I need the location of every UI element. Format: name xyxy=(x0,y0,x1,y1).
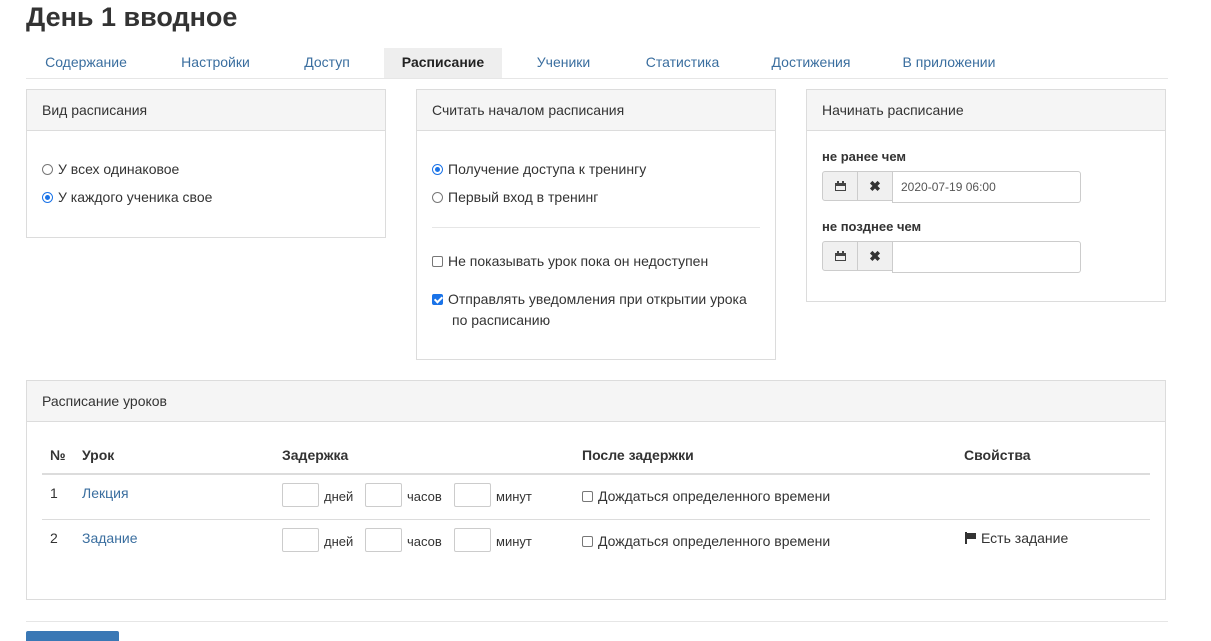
radio-label: У всех одинаковое xyxy=(58,161,180,177)
checkbox-icon[interactable] xyxy=(432,294,443,305)
delay-days-input[interactable] xyxy=(282,528,319,552)
not-later-field[interactable] xyxy=(892,241,1081,273)
page-title: День 1 вводное xyxy=(26,2,238,32)
minutes-unit-label: минут xyxy=(496,534,532,549)
schedule-start-panel: Считать началом расписания Получение дос… xyxy=(416,89,776,360)
lessons-title: Расписание уроков xyxy=(27,381,1165,422)
save-button[interactable] xyxy=(26,631,119,641)
tab-access[interactable]: Доступ xyxy=(288,48,366,78)
row-number: 1 xyxy=(50,485,58,501)
schedule-type-title: Вид расписания xyxy=(27,90,385,131)
days-unit-label: дней xyxy=(324,534,354,549)
col-header-properties: Свойства xyxy=(964,447,1031,463)
radio-icon[interactable] xyxy=(42,164,53,175)
calendar-icon xyxy=(834,181,846,191)
tab-achievements[interactable]: Достижения xyxy=(756,48,866,78)
clear-button[interactable]: ✖ xyxy=(857,171,893,201)
lesson-link[interactable]: Лекция xyxy=(82,485,129,501)
row-number: 2 xyxy=(50,530,58,546)
table-header-line xyxy=(42,473,1150,475)
delay-hours-input[interactable] xyxy=(365,528,402,552)
has-task-property: Есть задание xyxy=(964,530,1068,546)
not-later-input-group: ✖ xyxy=(822,241,1081,273)
days-unit-label: дней xyxy=(324,489,354,504)
minutes-unit-label: минут xyxy=(496,489,532,504)
tab-schedule[interactable]: Расписание xyxy=(384,48,502,78)
begin-schedule-panel: Начинать расписание не ранее чем ✖ не по… xyxy=(806,89,1166,302)
times-icon: ✖ xyxy=(869,247,881,264)
col-header-delay: Задержка xyxy=(282,447,349,463)
begin-schedule-title: Начинать расписание xyxy=(807,90,1165,131)
checkbox-label: Отправлять уведомления при открытии урок… xyxy=(448,291,747,307)
property-label: Есть задание xyxy=(981,530,1069,546)
first-login-radio[interactable]: Первый вход в тренинг xyxy=(432,189,598,205)
checkbox-icon[interactable] xyxy=(582,536,593,547)
same-for-all-radio[interactable]: У всех одинаковое xyxy=(42,161,179,177)
radio-icon[interactable] xyxy=(432,164,443,175)
hours-unit-label: часов xyxy=(407,489,442,504)
not-earlier-label: не ранее чем xyxy=(822,149,907,164)
flag-icon xyxy=(964,532,976,544)
schedule-start-title: Считать началом расписания xyxy=(417,90,775,131)
tab-content[interactable]: Содержание xyxy=(26,48,146,78)
checkbox-label: Не показывать урок пока он недоступен xyxy=(448,253,709,269)
wait-time-checkbox[interactable]: Дождаться определенного времени xyxy=(582,488,830,504)
calendar-button[interactable] xyxy=(822,171,858,201)
checkbox-label: Дождаться определенного времени xyxy=(598,488,831,504)
checkbox-icon[interactable] xyxy=(432,256,443,267)
wait-time-checkbox[interactable]: Дождаться определенного времени xyxy=(582,533,830,549)
tab-bar: Содержание Настройки Доступ Расписание У… xyxy=(26,48,1168,79)
lesson-link[interactable]: Задание xyxy=(82,530,138,546)
hide-unavailable-checkbox[interactable]: Не показывать урок пока он недоступен xyxy=(432,253,708,269)
tab-in-app[interactable]: В приложении xyxy=(888,48,1010,78)
col-header-after-delay: После задержки xyxy=(582,447,694,463)
col-header-num: № xyxy=(50,447,66,463)
tab-statistics[interactable]: Статистика xyxy=(630,48,735,78)
not-earlier-input-group: ✖ xyxy=(822,171,1081,203)
calendar-button[interactable] xyxy=(822,241,858,271)
delay-hours-input[interactable] xyxy=(365,483,402,507)
clear-button[interactable]: ✖ xyxy=(857,241,893,271)
tab-students[interactable]: Ученики xyxy=(521,48,606,78)
radio-icon[interactable] xyxy=(42,192,53,203)
schedule-type-panel: Вид расписания У всех одинаковое У каждо… xyxy=(26,89,386,238)
hours-unit-label: часов xyxy=(407,534,442,549)
radio-label: Получение доступа к тренингу xyxy=(448,161,647,177)
row-divider xyxy=(42,519,1150,520)
delay-days-input[interactable] xyxy=(282,483,319,507)
radio-icon[interactable] xyxy=(432,192,443,203)
individual-radio[interactable]: У каждого ученика свое xyxy=(42,189,212,205)
not-earlier-field[interactable] xyxy=(892,171,1081,203)
not-later-label: не позднее чем xyxy=(822,219,922,234)
radio-label: У каждого ученика свое xyxy=(58,189,213,205)
col-header-lesson: Урок xyxy=(82,447,115,463)
calendar-icon xyxy=(834,251,846,261)
notify-checkbox[interactable]: Отправлять уведомления при открытии урок… xyxy=(432,291,747,307)
delay-minutes-input[interactable] xyxy=(454,483,491,507)
access-granted-radio[interactable]: Получение доступа к тренингу xyxy=(432,161,646,177)
checkbox-icon[interactable] xyxy=(582,491,593,502)
delay-minutes-input[interactable] xyxy=(454,528,491,552)
times-icon: ✖ xyxy=(869,177,881,194)
bottom-divider xyxy=(26,621,1168,622)
radio-label: Первый вход в тренинг xyxy=(448,189,599,205)
tab-settings[interactable]: Настройки xyxy=(164,48,267,78)
checkbox-label: Дождаться определенного времени xyxy=(598,533,831,549)
notify-checkbox-label-cont: по расписанию xyxy=(452,312,551,328)
panel-divider xyxy=(432,227,760,228)
